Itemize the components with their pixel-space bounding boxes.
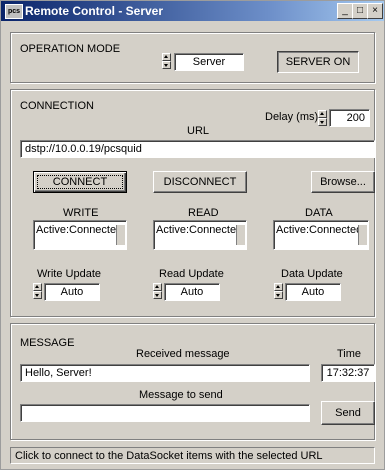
message-label: MESSAGE bbox=[20, 337, 75, 349]
read-update-label: Read Update bbox=[159, 268, 224, 280]
browse-button[interactable]: Browse... bbox=[311, 171, 375, 193]
spin-down-icon[interactable] bbox=[33, 291, 42, 299]
read-status-indicator: Active:Connected bbox=[153, 220, 247, 250]
operation-mode-label: OPERATION MODE bbox=[20, 43, 121, 55]
spin-up-icon[interactable] bbox=[274, 283, 283, 291]
write-update-field[interactable]: Auto bbox=[44, 283, 100, 301]
write-update-spinner[interactable] bbox=[33, 283, 42, 299]
maximize-button[interactable]: □ bbox=[352, 3, 368, 19]
write-status-bar bbox=[116, 225, 125, 245]
message-to-send-label: Message to send bbox=[139, 389, 223, 401]
read-update-field[interactable]: Auto bbox=[164, 283, 220, 301]
write-status-text: Active:Connected bbox=[36, 224, 123, 236]
spin-down-icon[interactable] bbox=[274, 291, 283, 299]
title-bar[interactable]: pcs Remote Control - Server _ □ × bbox=[1, 1, 384, 21]
data-update-spinner[interactable] bbox=[274, 283, 283, 299]
server-on-button[interactable]: SERVER ON bbox=[277, 51, 359, 73]
spin-up-icon[interactable] bbox=[33, 283, 42, 291]
time-field: 17:32:37 bbox=[321, 364, 375, 382]
received-message-label: Received message bbox=[136, 348, 230, 360]
remote-control-window: pcs Remote Control - Server _ □ × OPERAT… bbox=[0, 0, 385, 470]
write-update-label: Write Update bbox=[37, 268, 101, 280]
delay-label: Delay (ms) bbox=[265, 111, 319, 123]
data-status-bar bbox=[358, 225, 367, 245]
mode-field[interactable]: Server bbox=[174, 53, 244, 71]
url-field[interactable]: dstp://10.0.0.19/pcsquid bbox=[20, 140, 375, 158]
window-title: Remote Control - Server bbox=[25, 4, 164, 18]
spin-up-icon[interactable] bbox=[162, 53, 171, 61]
app-icon: pcs bbox=[5, 4, 23, 19]
disconnect-button[interactable]: DISCONNECT bbox=[153, 171, 247, 193]
read-status-text: Active:Connected bbox=[156, 224, 243, 236]
spin-down-icon[interactable] bbox=[318, 118, 327, 126]
data-status-text: Active:Connected bbox=[276, 224, 363, 236]
write-status-indicator: Active:Connected bbox=[33, 220, 127, 250]
spin-up-icon[interactable] bbox=[318, 110, 327, 118]
read-update-spinner[interactable] bbox=[153, 283, 162, 299]
status-bar: Click to connect to the DataSocket items… bbox=[10, 447, 375, 464]
data-label: DATA bbox=[305, 207, 333, 219]
data-update-field[interactable]: Auto bbox=[285, 283, 341, 301]
write-label: WRITE bbox=[63, 207, 99, 219]
delay-spinner[interactable] bbox=[318, 110, 327, 126]
time-label: Time bbox=[337, 348, 362, 360]
spin-down-icon[interactable] bbox=[153, 291, 162, 299]
read-label: READ bbox=[188, 207, 219, 219]
message-panel: MESSAGE Received message Time Hello, Ser… bbox=[10, 323, 375, 440]
connection-label: CONNECTION bbox=[20, 100, 94, 112]
mode-spinner[interactable] bbox=[162, 53, 171, 69]
minimize-button[interactable]: _ bbox=[337, 3, 353, 19]
read-status-bar bbox=[236, 225, 245, 245]
data-status-indicator: Active:Connected bbox=[273, 220, 369, 250]
connect-button[interactable]: CONNECT bbox=[33, 171, 127, 193]
data-update-label: Data Update bbox=[281, 268, 343, 280]
url-label: URL bbox=[187, 125, 210, 137]
spin-up-icon[interactable] bbox=[153, 283, 162, 291]
received-message-field: Hello, Server! bbox=[20, 364, 310, 382]
message-to-send-input[interactable] bbox=[20, 404, 310, 422]
delay-field[interactable]: 200 bbox=[329, 109, 370, 127]
operation-mode-panel: OPERATION MODE Server SERVER ON bbox=[10, 32, 375, 83]
spin-down-icon[interactable] bbox=[162, 61, 171, 69]
send-button[interactable]: Send bbox=[321, 401, 375, 425]
close-button[interactable]: × bbox=[367, 3, 383, 19]
connection-panel: CONNECTION Delay (ms) 200 URL dstp://10.… bbox=[10, 89, 375, 317]
